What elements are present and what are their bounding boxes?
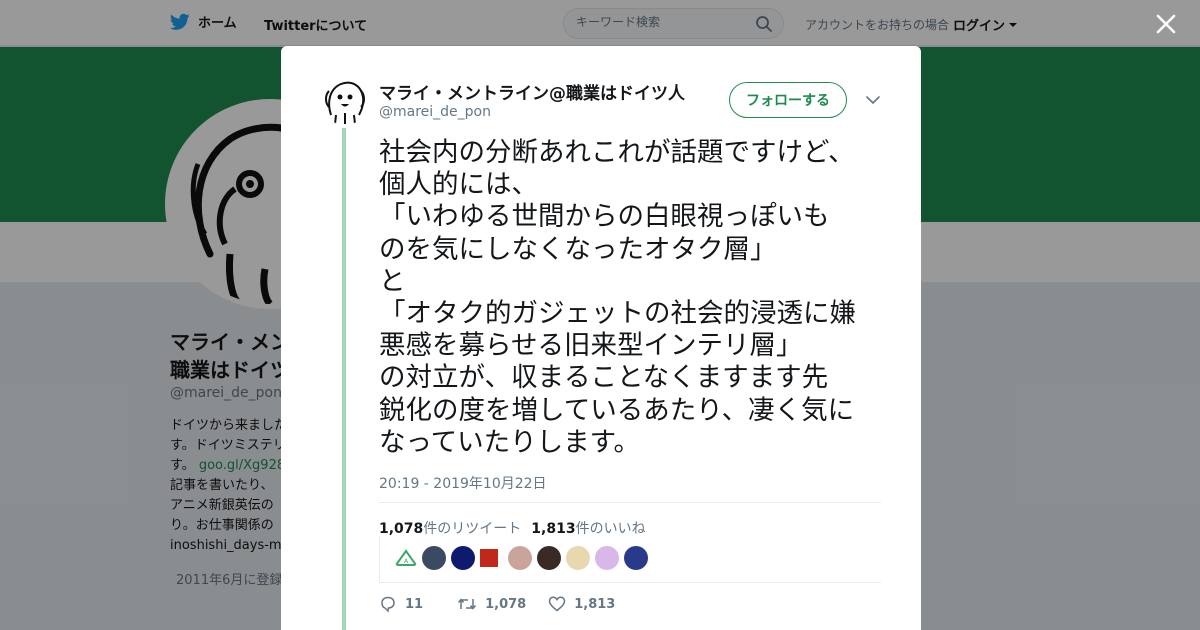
like-stat[interactable]: 1,813件のいいね [531,518,645,538]
liker-avatar-6[interactable] [537,546,561,570]
retweet-button[interactable]: 1,078 [457,595,526,613]
reply-count: 11 [405,596,424,612]
follow-button[interactable]: フォローする [729,82,847,118]
divider [379,502,881,503]
liker-avatar-4[interactable] [480,549,498,567]
chevron-down-icon[interactable] [865,94,881,106]
liker-avatar-7[interactable] [566,546,590,570]
retweet-count: 1,078 [485,596,527,612]
tweet-author-avatar[interactable] [321,77,369,125]
character-avatar-icon [321,77,369,125]
svg-text:A: A [404,558,409,565]
retweet-stat[interactable]: 1,078件のリツイート [379,518,521,538]
heart-icon [548,596,566,612]
likers-strip: A [379,536,881,583]
thread-line [342,128,346,630]
retweet-icon [458,598,477,610]
tweet-author-name[interactable]: マライ・メントライン@職業はドイツ人 [379,79,691,104]
reply-button[interactable]: 11 [379,595,423,613]
liker-avatar-9[interactable] [624,546,648,570]
reply-icon [381,596,395,613]
liker-avatar-1[interactable]: A [394,546,418,570]
tweet-actions: 11 1,078 1,813 [379,595,615,613]
tweet-modal: マライ・メントライン@職業はドイツ人 @marei_de_pon フォローする … [281,46,921,630]
liker-avatar-2[interactable] [422,546,446,570]
like-stat-count: 1,813 [531,521,576,537]
like-stat-label: 件のいいね [575,521,646,537]
liker-avatar-8[interactable] [595,546,619,570]
tweet-text: 社会内の分断あれこれが話題ですけど、 個人的には、 「いわゆる世間からの白眼視っ… [379,137,856,458]
like-button[interactable]: 1,813 [548,595,615,613]
retweet-stat-label: 件のリツイート [423,521,522,537]
tweet-author-handle[interactable]: @marei_de_pon [379,104,491,120]
liker-avatar-5[interactable] [508,546,532,570]
tweet-stats: 1,078件のリツイート 1,813件のいいね [379,518,646,538]
close-icon[interactable] [1152,10,1180,38]
like-count: 1,813 [574,596,616,612]
tweet-timestamp[interactable]: 20:19 - 2019年10月22日 [379,473,547,493]
retweet-stat-count: 1,078 [379,521,424,537]
liker-avatar-3[interactable] [451,546,475,570]
